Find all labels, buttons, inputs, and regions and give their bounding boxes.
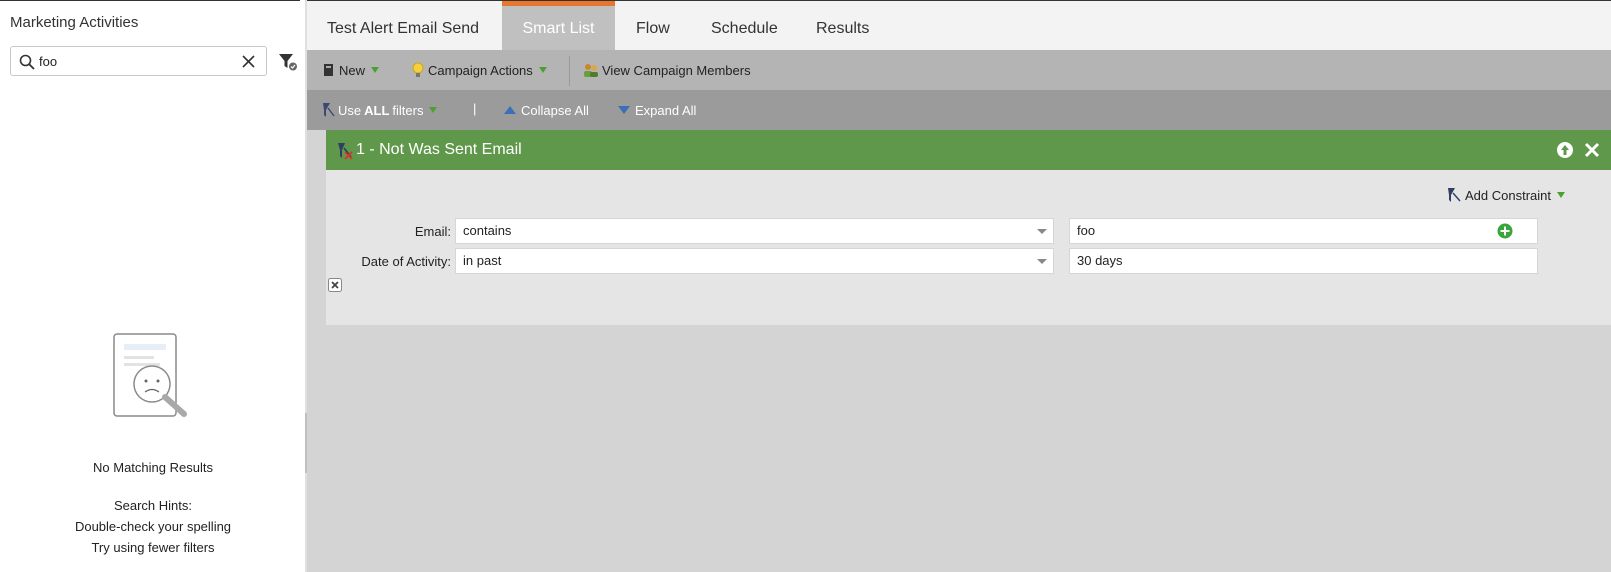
main-panel: Test Alert Email Send Smart List Flow Sc… bbox=[307, 0, 1611, 572]
plus-circle-icon[interactable] bbox=[1497, 223, 1513, 239]
tab-results[interactable]: Results bbox=[796, 1, 889, 50]
collapse-all-button[interactable]: Collapse All bbox=[504, 101, 589, 119]
view-campaign-members-label: View Campaign Members bbox=[602, 62, 751, 78]
collapse-all-label: Collapse All bbox=[521, 102, 589, 118]
date-operator-value: in past bbox=[463, 253, 502, 268]
add-constraint-button[interactable]: Add Constraint bbox=[1446, 187, 1565, 203]
use-filters-prefix: Use bbox=[338, 102, 362, 118]
filter-icon[interactable] bbox=[278, 52, 298, 72]
constraint-label: Email: bbox=[414, 224, 451, 239]
chevron-down-icon bbox=[1037, 229, 1047, 234]
filter-options-bar: Use ALL filters | Collapse All Expand Al… bbox=[307, 90, 1611, 130]
chevron-down-icon bbox=[1037, 259, 1047, 264]
chevron-down-icon bbox=[1557, 192, 1565, 198]
arrow-up-circle-icon[interactable] bbox=[1556, 141, 1574, 159]
date-operator-select[interactable]: in past bbox=[455, 248, 1054, 274]
chevron-down-icon bbox=[429, 107, 438, 113]
remove-icon[interactable] bbox=[328, 278, 342, 292]
view-campaign-members-button[interactable]: View Campaign Members bbox=[582, 61, 751, 79]
panel-title: Marketing Activities bbox=[10, 14, 139, 31]
operator-value: contains bbox=[463, 223, 512, 238]
close-icon[interactable] bbox=[241, 54, 256, 69]
tab-schedule[interactable]: Schedule bbox=[691, 1, 798, 50]
tab-test-alert-email-send[interactable]: Test Alert Email Send bbox=[307, 1, 499, 50]
new-label: New bbox=[339, 62, 366, 78]
people-icon bbox=[584, 64, 598, 77]
funnel-icon bbox=[1448, 188, 1461, 202]
toolbar: New Campaign Actions View Campaign Membe… bbox=[307, 50, 1611, 90]
use-filters-dropdown[interactable]: Use ALL filters bbox=[321, 101, 438, 119]
date-value-field[interactable]: 30 days bbox=[1069, 248, 1538, 274]
chevron-down-icon bbox=[371, 67, 380, 73]
left-panel: Marketing Activities foo No Matching Res… bbox=[0, 0, 306, 572]
expand-all-label: Expand All bbox=[635, 102, 697, 118]
search-input[interactable] bbox=[39, 51, 229, 71]
toolbar-divider bbox=[569, 56, 570, 86]
filter-negated-icon bbox=[338, 143, 353, 160]
email-value: foo bbox=[1077, 223, 1096, 238]
app-root: Marketing Activities foo No Matching Res… bbox=[0, 0, 1611, 572]
empty-state-title: No Matching Results bbox=[93, 460, 213, 475]
use-filters-suffix: filters bbox=[392, 102, 424, 118]
new-button[interactable]: New bbox=[323, 61, 380, 79]
search-icon bbox=[19, 54, 35, 70]
search-box[interactable] bbox=[10, 46, 267, 76]
constraint-label: Date of Activity: bbox=[361, 254, 451, 269]
use-filters-mode: ALL bbox=[364, 102, 390, 118]
add-constraint-label: Add Constraint bbox=[1465, 187, 1551, 203]
no-results-illustration bbox=[113, 333, 187, 417]
campaign-actions-button[interactable]: Campaign Actions bbox=[412, 61, 547, 79]
search-hints-heading: Search Hints: bbox=[113, 498, 193, 513]
lightbulb-icon bbox=[412, 62, 424, 77]
smart-list-filter: 1 - Not Was Sent Email Add Constraint Em… bbox=[326, 130, 1611, 325]
email-value-field[interactable]: foo bbox=[1069, 218, 1538, 244]
expand-all-button[interactable]: Expand All bbox=[618, 101, 696, 119]
filter-title: 1 - Not Was Sent Email bbox=[356, 141, 522, 158]
filterbar-separator: | bbox=[473, 101, 477, 116]
tab-bar: Test Alert Email Send Smart List Flow Sc… bbox=[307, 1, 1611, 50]
tab-flow[interactable]: Flow bbox=[616, 1, 690, 50]
search-hint: Double-check your spelling bbox=[74, 519, 232, 534]
search-hint: Try using fewer filters bbox=[91, 540, 215, 555]
funnel-icon bbox=[323, 103, 335, 117]
triangle-up-icon bbox=[504, 106, 516, 114]
date-value: 30 days bbox=[1077, 253, 1123, 268]
tab-smart-list[interactable]: Smart List bbox=[502, 1, 615, 50]
triangle-down-icon bbox=[618, 106, 630, 114]
top-border bbox=[0, 0, 300, 1]
campaign-actions-label: Campaign Actions bbox=[428, 62, 533, 78]
chevron-down-icon bbox=[538, 67, 547, 73]
filter-header[interactable]: 1 - Not Was Sent Email bbox=[326, 130, 1611, 170]
document-icon bbox=[324, 64, 333, 76]
close-icon[interactable] bbox=[1583, 141, 1601, 159]
operator-select[interactable]: contains bbox=[455, 218, 1054, 244]
